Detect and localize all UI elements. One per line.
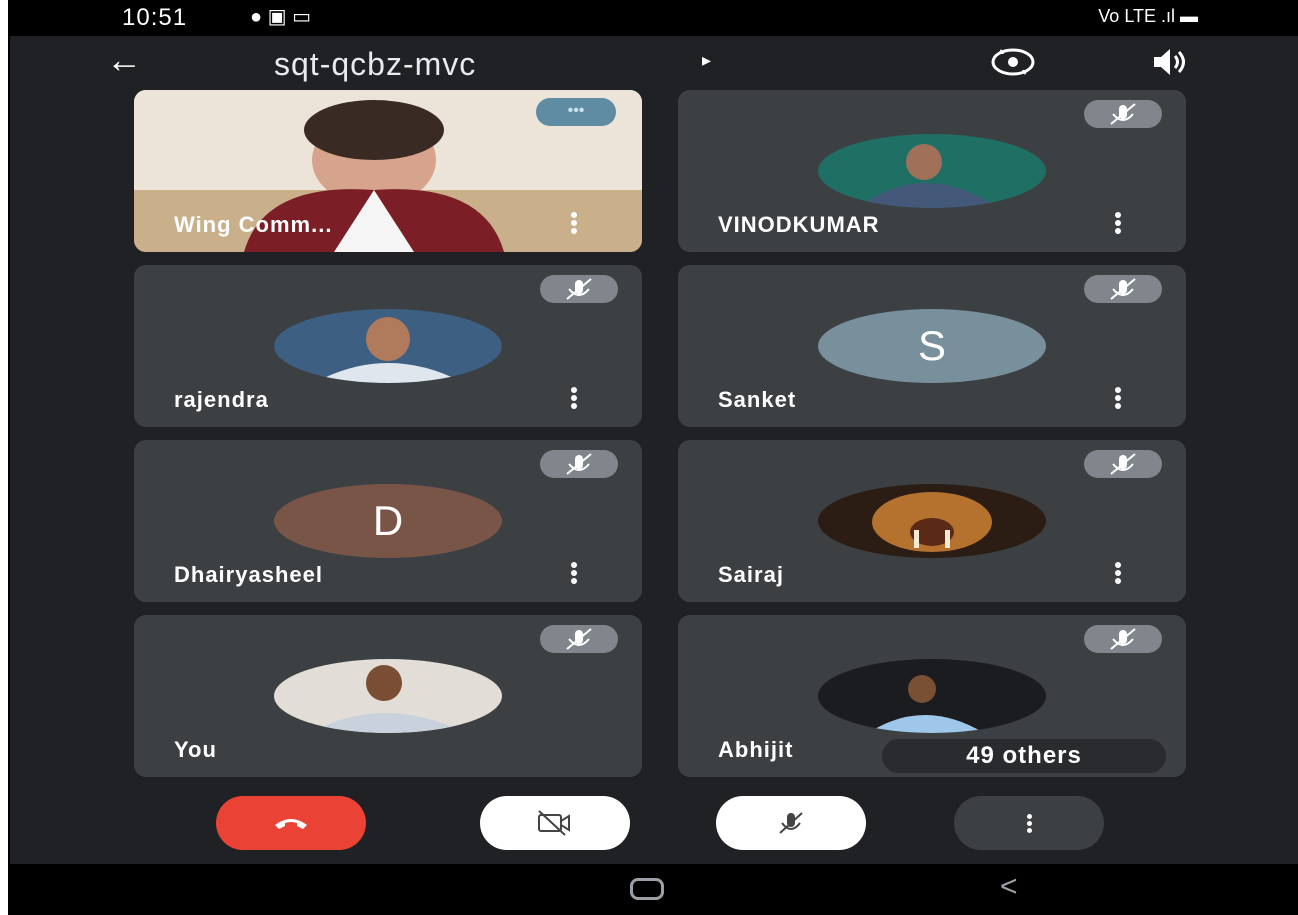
call-header: ← sqt-qcbz-mvc ▸	[10, 36, 1298, 88]
participant-avatar	[274, 309, 502, 383]
system-nav-bar: <	[10, 864, 1298, 913]
home-button[interactable]	[630, 878, 664, 900]
back-arrow-icon[interactable]: ←	[106, 42, 142, 78]
meeting-details-caret-icon[interactable]: ▸	[702, 50, 711, 71]
participant-tile[interactable]: Sairaj	[678, 440, 1186, 602]
more-vert-icon[interactable]	[568, 560, 580, 588]
mic-toggle-button[interactable]	[716, 796, 866, 850]
notification-icons: ● ▣ ▭	[250, 6, 311, 28]
call-controls	[10, 796, 1298, 856]
participant-name: Sairaj	[718, 562, 784, 587]
participant-tile[interactable]: rajendra	[134, 265, 642, 427]
more-vert-icon[interactable]	[1112, 210, 1124, 238]
participant-name: Sanket	[718, 387, 797, 412]
more-vert-icon[interactable]	[568, 210, 580, 238]
participant-tile[interactable]: You	[134, 615, 642, 777]
participant-name: Wing Comm...	[174, 212, 333, 237]
phone-screen: 10:51 ● ▣ ▭ Vo LTE .ıl ▬ ← sqt-qcbz-mvc …	[8, 0, 1298, 915]
status-time: 10:51	[122, 4, 188, 31]
signal-battery-icons: Vo LTE .ıl ▬	[1098, 6, 1198, 26]
participant-avatar	[818, 134, 1046, 208]
more-vert-icon[interactable]	[1112, 385, 1124, 413]
participant-name: Dhairyasheel	[174, 562, 323, 587]
end-call-button[interactable]	[216, 796, 366, 850]
others-participants-chip[interactable]: 49 others	[882, 739, 1166, 773]
switch-camera-icon[interactable]	[990, 46, 1036, 78]
participant-tile[interactable]: D Dhairyasheel	[134, 440, 642, 602]
mic-off-icon	[779, 812, 803, 834]
end-call-icon	[275, 819, 307, 829]
participant-avatar	[274, 659, 502, 733]
mic-off-icon	[540, 625, 618, 653]
participant-initial-avatar: D	[274, 484, 502, 558]
more-vert-icon	[1026, 812, 1032, 835]
participant-tile[interactable]: VINODKUMAR	[678, 90, 1186, 252]
camera-toggle-button[interactable]	[480, 796, 630, 850]
mic-off-icon	[1084, 625, 1162, 653]
camera-off-icon	[538, 810, 570, 836]
more-vert-icon[interactable]	[1112, 560, 1124, 588]
participant-avatar	[818, 484, 1046, 558]
mic-off-icon	[1084, 275, 1162, 303]
participant-name: You	[174, 737, 217, 762]
more-vert-icon[interactable]	[568, 385, 580, 413]
mic-off-icon	[540, 450, 618, 478]
participant-tile[interactable]: S Sanket	[678, 265, 1186, 427]
participant-tile[interactable]: ••• Wing Comm...	[134, 90, 642, 252]
nav-back-icon[interactable]: <	[1000, 870, 1018, 904]
status-bar: 10:51 ● ▣ ▭ Vo LTE .ıl ▬	[10, 0, 1298, 36]
participant-avatar	[818, 659, 1046, 733]
mic-off-icon	[1084, 450, 1162, 478]
mic-off-icon	[540, 275, 618, 303]
tile-options-pill[interactable]: •••	[536, 98, 616, 126]
more-options-button[interactable]	[954, 796, 1104, 850]
mic-off-icon	[1084, 100, 1162, 128]
participant-initial-avatar: S	[818, 309, 1046, 383]
participant-name: Abhijit	[718, 737, 794, 762]
meeting-code[interactable]: sqt-qcbz-mvc	[274, 46, 476, 83]
participant-name: VINODKUMAR	[718, 212, 880, 237]
speaker-icon[interactable]	[1148, 46, 1188, 78]
participant-name: rajendra	[174, 387, 269, 412]
